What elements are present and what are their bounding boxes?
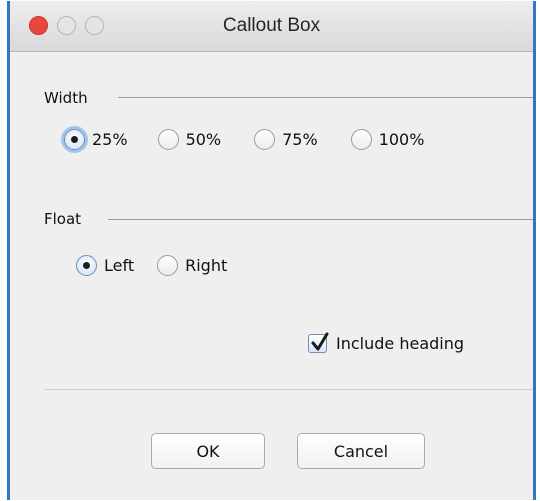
- window-title: Callout Box: [222, 15, 321, 36]
- button-separator: [44, 389, 533, 390]
- radio-button[interactable]: [157, 255, 179, 276]
- radio-button[interactable]: [350, 129, 372, 150]
- width-option-label: 100%: [378, 130, 425, 149]
- radio-button[interactable]: [254, 129, 276, 150]
- float-option-right[interactable]: Right: [157, 255, 227, 276]
- ok-button[interactable]: OK: [151, 433, 265, 469]
- float-radio-group: Left Right: [76, 255, 227, 276]
- title-bar[interactable]: Callout Box: [10, 1, 533, 52]
- width-group-label: Width: [44, 89, 88, 107]
- float-option-left[interactable]: Left: [76, 255, 134, 276]
- checkbox-checked[interactable]: [308, 332, 329, 353]
- float-option-label: Left: [104, 256, 135, 275]
- radio-button-checked[interactable]: [64, 129, 85, 150]
- width-group-divider: [118, 97, 533, 98]
- width-option-label: 25%: [92, 130, 128, 149]
- radio-button-checked[interactable]: [76, 255, 97, 276]
- checkmark-icon: [311, 332, 329, 351]
- cancel-button[interactable]: Cancel: [297, 433, 425, 469]
- include-heading-checkbox[interactable]: Include heading: [308, 332, 465, 353]
- width-option-100[interactable]: 100%: [350, 129, 425, 150]
- callout-box-dialog: Callout Box Width 25% 50% 75% 100% Float…: [7, 1, 536, 500]
- float-group-label: Float: [44, 210, 82, 228]
- float-group-divider: [108, 219, 533, 220]
- width-option-75[interactable]: 75%: [254, 129, 318, 150]
- width-radio-group: 25% 50% 75% 100%: [64, 129, 424, 150]
- float-option-label: Right: [185, 256, 228, 275]
- width-option-25[interactable]: 25%: [64, 129, 128, 150]
- width-option-50[interactable]: 50%: [157, 129, 222, 150]
- width-option-label: 50%: [185, 130, 222, 149]
- radio-dot: [83, 262, 90, 269]
- radio-dot: [71, 136, 78, 143]
- radio-button[interactable]: [157, 129, 179, 150]
- include-heading-label: Include heading: [336, 334, 465, 353]
- width-option-label: 75%: [282, 130, 318, 149]
